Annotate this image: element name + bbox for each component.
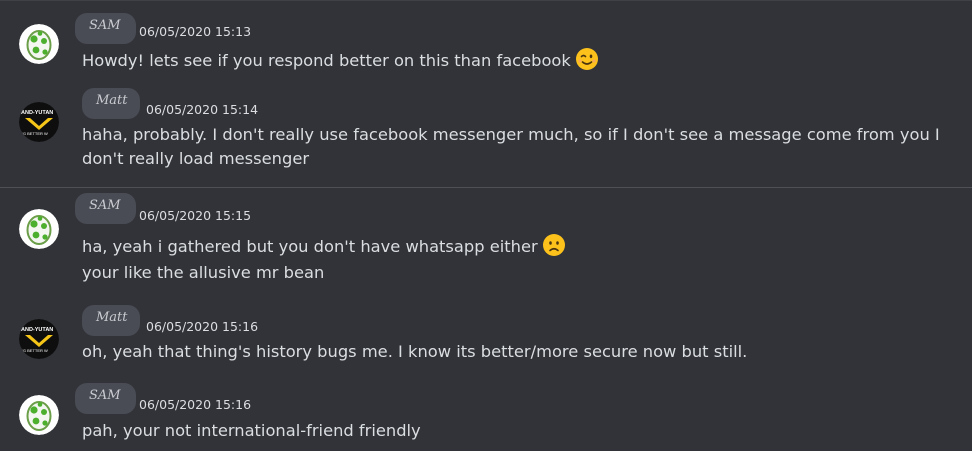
avatar-sam[interactable] [19,395,59,435]
yoshi-egg-icon [19,24,59,64]
message-timestamp: 06/05/2020 15:13 [139,24,252,39]
message-line: Howdy! lets see if you respond better on… [82,51,571,70]
message-text: Howdy! lets see if you respond better on… [82,47,599,71]
top-border [0,0,972,1]
svg-text:AND-YUTAN: AND-YUTAN [21,110,53,116]
message-text: haha, probably. I don't really use faceb… [82,125,940,168]
message-text: ha, yeah i gathered but you don't have w… [82,233,566,257]
author-name-pill[interactable]: SAM [75,383,136,414]
weyland-yutani-logo-icon: AND-YUTAN NG BETTER W [19,102,59,142]
message-text: your like the allusive mr bean [82,263,325,282]
author-name-pill[interactable]: SAM [75,13,136,44]
avatar-sam[interactable] [19,209,59,249]
message-timestamp: 06/05/2020 15:14 [146,102,259,117]
svg-text:NG BETTER W: NG BETTER W [20,131,48,136]
yoshi-egg-icon [19,395,59,435]
avatar-matt[interactable]: AND-YUTAN NG BETTER W [19,319,59,359]
author-name-pill[interactable]: Matt [82,305,140,336]
message-text: pah, your not international-friend frien… [82,421,421,440]
section-divider [0,187,972,188]
message-timestamp: 06/05/2020 15:15 [139,208,252,223]
svg-text:NG BETTER W: NG BETTER W [20,348,48,353]
winking-face-emoji [575,47,599,71]
weyland-yutani-logo-icon: AND-YUTAN NG BETTER W [19,319,59,359]
author-name-pill[interactable]: Matt [82,88,140,119]
avatar-matt[interactable]: AND-YUTAN NG BETTER W [19,102,59,142]
avatar-sam[interactable] [19,24,59,64]
message-timestamp: 06/05/2020 15:16 [146,319,259,334]
author-name-pill[interactable]: SAM [75,193,136,224]
svg-text:AND-YUTAN: AND-YUTAN [21,327,53,333]
message-timestamp: 06/05/2020 15:16 [139,397,252,412]
message-line: ha, yeah i gathered but you don't have w… [82,237,538,256]
yoshi-egg-icon [19,209,59,249]
message-text: oh, yeah that thing's history bugs me. I… [82,342,748,361]
sad-face-emoji [542,233,566,257]
